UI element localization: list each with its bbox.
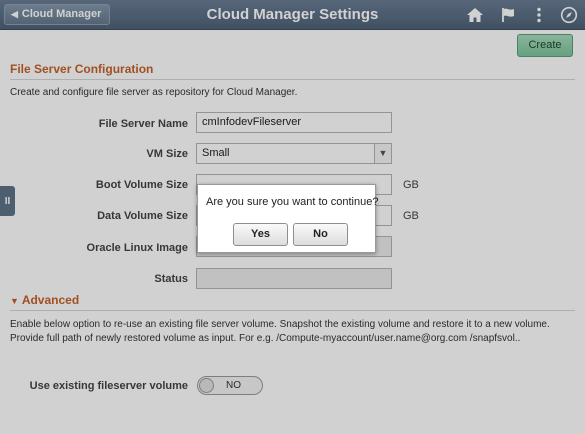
confirm-message: Are you sure you want to continue?: [206, 196, 379, 208]
confirm-dialog: Are you sure you want to continue? Yes N…: [197, 184, 379, 253]
no-button[interactable]: No: [293, 223, 348, 246]
yes-button[interactable]: Yes: [233, 223, 288, 246]
